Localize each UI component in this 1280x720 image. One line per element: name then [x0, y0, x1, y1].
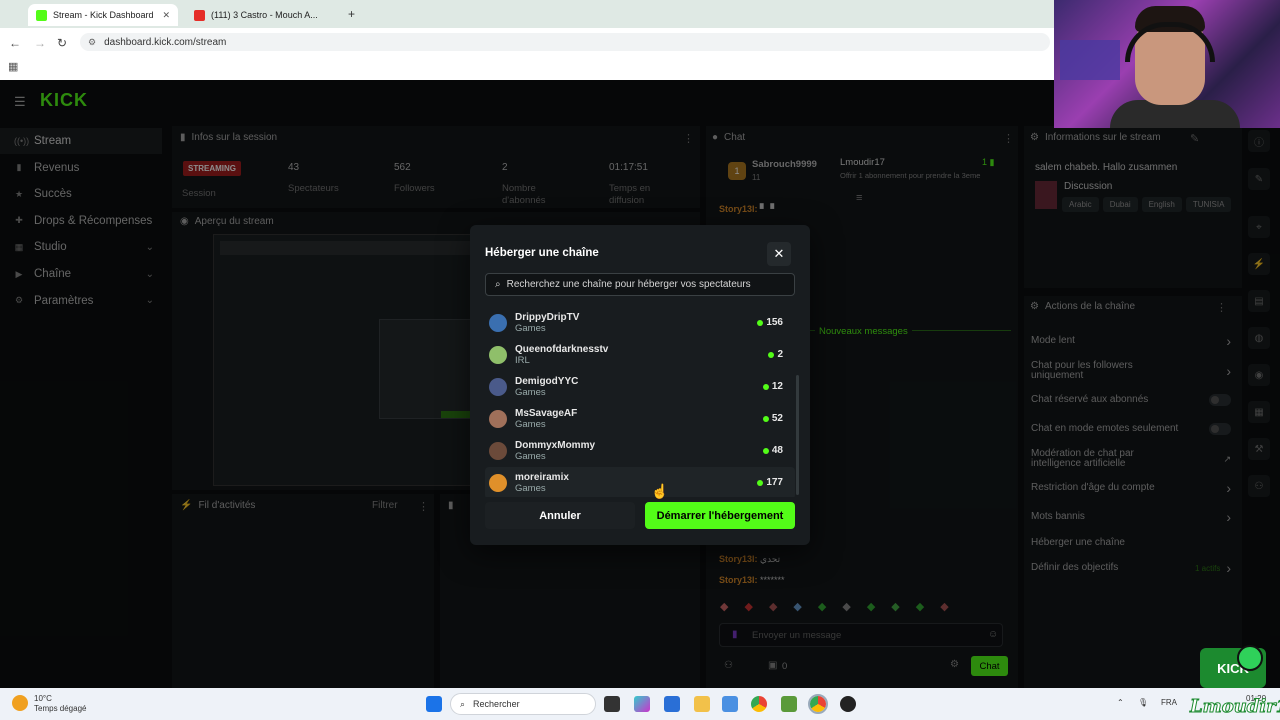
chrome-active-icon[interactable]: [808, 694, 828, 714]
kick-favicon-icon: [36, 9, 47, 21]
viewer-count: 52: [762, 413, 783, 424]
viewer-count-value: 156: [766, 317, 783, 328]
channel-option[interactable]: DommyxMommy Games 48: [485, 435, 795, 467]
windows-start-icon[interactable]: [426, 696, 442, 712]
search-placeholder: Recherchez une chaîne pour héberger vos …: [506, 279, 751, 290]
forward-icon[interactable]: →: [34, 36, 46, 50]
channel-name: DemigodYYC: [515, 376, 579, 387]
apps-grid-icon[interactable]: ▦: [8, 60, 18, 73]
store-icon[interactable]: [664, 696, 680, 712]
copilot-icon[interactable]: [634, 696, 650, 712]
channel-name: MsSavageAF: [515, 408, 578, 419]
chrome-icon[interactable]: [751, 696, 767, 712]
viewer-count: 48: [762, 445, 783, 456]
site-info-icon[interactable]: ⚙: [88, 37, 96, 48]
channel-category: Games: [515, 451, 546, 462]
reload-icon[interactable]: ↻: [57, 36, 67, 50]
language-indicator[interactable]: FRA: [1161, 698, 1177, 707]
live-dot-icon: [762, 447, 769, 454]
address-bar[interactable]: ⚙ dashboard.kick.com/stream: [80, 33, 1050, 51]
close-icon: ✕: [773, 246, 785, 261]
cancel-button[interactable]: Annuler: [485, 502, 635, 529]
tab-kick-dashboard[interactable]: Stream - Kick Dashboard ✕: [28, 4, 178, 26]
taskbar-search[interactable]: ⌕ Rechercher: [450, 693, 596, 715]
tab-title: (111) 3 Castro - Mouch A...: [211, 10, 318, 20]
viewer-count-value: 12: [771, 381, 783, 392]
channel-text: DemigodYYC Games: [515, 376, 578, 398]
channel-name: moreiramix: [515, 472, 569, 483]
file-explorer-icon[interactable]: [694, 696, 710, 712]
viewer-count: 12: [762, 381, 783, 392]
close-tab-icon[interactable]: ✕: [162, 10, 170, 21]
channel-name: DrippyDripTV: [515, 312, 580, 323]
tab-title: Stream - Kick Dashboard: [53, 10, 154, 20]
channel-avatar: [489, 442, 507, 460]
channel-text: moreiramix Games: [515, 472, 569, 494]
viewer-count-value: 177: [766, 477, 783, 488]
channel-option[interactable]: moreiramix Games 177: [485, 467, 795, 497]
taskbar-search-label: Rechercher: [473, 699, 520, 709]
channel-search-input[interactable]: ⌕ Recherchez une chaîne pour héberger vo…: [485, 273, 795, 296]
weather-widget[interactable]: 10°C Temps dégagé: [34, 694, 86, 714]
live-dot-icon: [757, 319, 764, 326]
search-icon: ⌕: [495, 279, 501, 290]
channel-avatar: [489, 410, 507, 428]
host-channel-dialog: Héberger une chaîne ✕ ⌕ Recherchez une c…: [470, 225, 810, 545]
hand-cursor-icon: ☝: [651, 483, 669, 499]
channel-avatar: [489, 314, 507, 332]
notepad-icon[interactable]: [722, 696, 738, 712]
dialog-title: Héberger une chaîne: [485, 247, 599, 259]
webcam-monitor: [1060, 40, 1120, 80]
channel-text: MsSavageAF Games: [515, 408, 577, 430]
channel-option[interactable]: Queenofdarknesstv IRL 2: [485, 339, 795, 371]
start-hosting-button[interactable]: Démarrer l'hébergement: [645, 502, 795, 529]
app-icon[interactable]: [781, 696, 797, 712]
channel-category: IRL: [515, 355, 530, 366]
channel-text: DrippyDripTV Games: [515, 312, 579, 334]
whatsapp-icon: [1237, 645, 1263, 671]
list-scrollbar[interactable]: [796, 375, 799, 495]
channel-name: DommyxMommy: [515, 440, 596, 451]
live-dot-icon: [757, 479, 764, 486]
viewer-count-value: 48: [771, 445, 783, 456]
live-dot-icon: [768, 351, 775, 358]
url-text: dashboard.kick.com/stream: [104, 36, 227, 48]
channel-category: Games: [515, 419, 546, 430]
channel-avatar: [489, 474, 507, 492]
channel-option[interactable]: DrippyDripTV Games 156: [485, 307, 795, 339]
channel-avatar: [489, 378, 507, 396]
youtube-favicon-icon: [194, 9, 205, 21]
tab-youtube[interactable]: (111) 3 Castro - Mouch A...: [186, 4, 336, 26]
viewer-count-value: 52: [771, 413, 783, 424]
channel-category: Games: [515, 323, 546, 334]
close-dialog-button[interactable]: ✕: [767, 242, 791, 266]
obs-icon[interactable]: [840, 696, 856, 712]
search-icon: ⌕: [460, 698, 466, 709]
weather-moon-icon: [12, 695, 28, 711]
tray-chevron-icon[interactable]: ⌃: [1117, 698, 1124, 707]
channel-list: DrippyDripTV Games 156 Queenofdarknesstv IRL…: [485, 307, 795, 497]
channel-option[interactable]: MsSavageAF Games 52: [485, 403, 795, 435]
channel-category: Games: [515, 387, 546, 398]
channel-option[interactable]: DemigodYYC Games 12: [485, 371, 795, 403]
live-dot-icon: [762, 415, 769, 422]
back-icon[interactable]: ←: [9, 36, 21, 50]
viewer-count-value: 2: [777, 349, 783, 360]
channel-watermark: Lmoudir17: [1190, 696, 1280, 718]
task-view-icon[interactable]: [604, 696, 620, 712]
live-dot-icon: [762, 383, 769, 390]
viewer-count: 2: [768, 349, 783, 360]
channel-category: Games: [515, 483, 546, 494]
microphone-icon[interactable]: 🎙: [1138, 698, 1148, 707]
channel-text: Queenofdarknesstv IRL: [515, 344, 608, 366]
weather-text: Temps dégagé: [34, 704, 87, 713]
viewer-count: 156: [757, 317, 783, 328]
channel-text: DommyxMommy Games: [515, 440, 595, 462]
channel-avatar: [489, 346, 507, 364]
viewer-count: 177: [757, 477, 783, 488]
new-tab-button[interactable]: +: [348, 7, 355, 21]
channel-name: Queenofdarknesstv: [515, 344, 609, 355]
temperature: 10°C: [34, 694, 52, 703]
